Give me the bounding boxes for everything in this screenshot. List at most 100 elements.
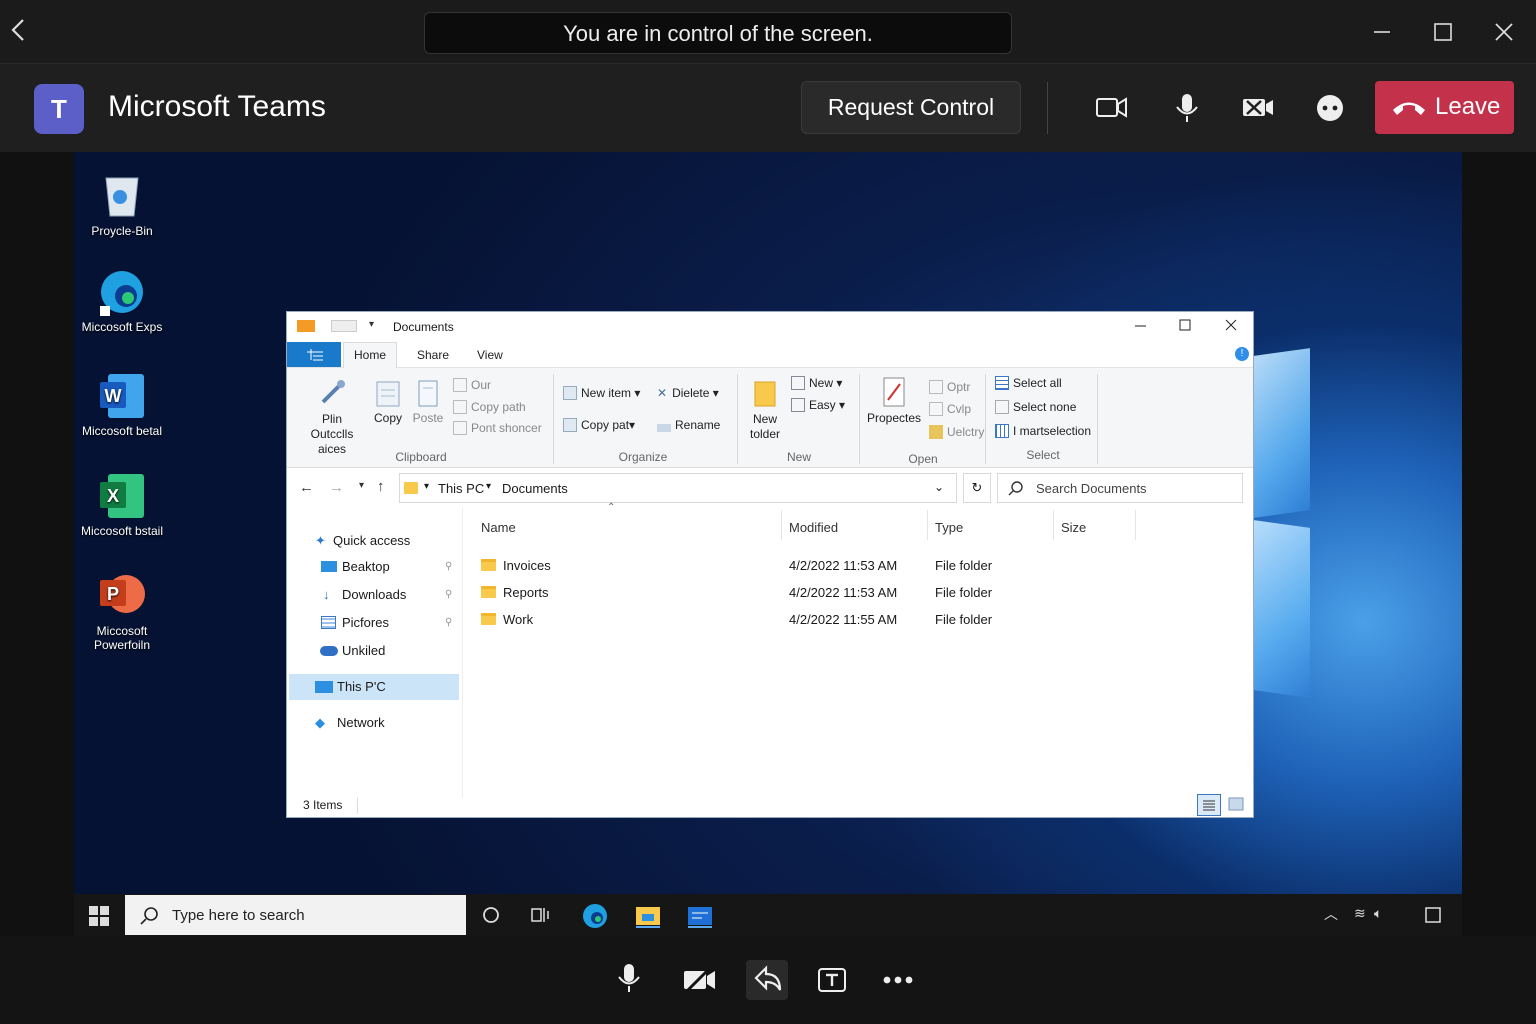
teams-remote-taskbar-icon[interactable] [686, 903, 714, 934]
tab-share[interactable]: Share [417, 348, 449, 362]
open-button[interactable]: Optr [929, 380, 970, 394]
table-row[interactable]: Reports 4/2/2022 11:53 AM File folder [473, 581, 1113, 605]
column-header-name[interactable]: Name [481, 520, 516, 535]
video-off-icon[interactable] [1238, 90, 1278, 126]
breadcrumb-chevron-icon[interactable]: ▾ [486, 481, 491, 492]
details-view-icon[interactable] [1197, 794, 1221, 816]
copy-path-button[interactable]: Copy path [453, 400, 526, 414]
cortana-icon[interactable] [482, 906, 500, 929]
nav-item-this-pc[interactable]: This P'C [289, 674, 459, 700]
search-input[interactable]: Search Documents [997, 473, 1243, 503]
forward-arrow-icon[interactable]: → [329, 479, 344, 496]
refresh-icon[interactable]: ↻ [963, 473, 991, 503]
volume-icon[interactable]: 🔈︎ [1374, 905, 1382, 922]
request-control-button[interactable]: Request Control [801, 81, 1021, 134]
desktop-icon-recycle-bin[interactable]: Proycle-Bin [74, 172, 170, 238]
paste-shortcut-button[interactable]: Pont shoncer [453, 421, 542, 435]
address-dropdown-icon[interactable]: ⌄ [934, 480, 944, 494]
tab-home[interactable]: Home [343, 342, 397, 368]
nav-item-network[interactable]: ◆ Network [287, 710, 461, 736]
column-header-modified[interactable]: Modified [789, 520, 838, 535]
notification-center-icon[interactable] [1424, 906, 1442, 929]
tab-file[interactable] [287, 342, 341, 367]
table-row[interactable]: Work 4/2/2022 11:55 AM File folder [473, 608, 1113, 632]
minimize-icon[interactable] [1133, 316, 1149, 335]
paste-button[interactable]: Poste [411, 378, 445, 425]
history-label: Uelctry [947, 425, 985, 439]
up-arrow-icon[interactable]: ↑ [377, 478, 385, 495]
minimize-icon[interactable] [1362, 16, 1402, 48]
easy-access-button[interactable]: Easy ▾ [791, 398, 845, 412]
tab-view[interactable]: View [477, 348, 503, 362]
select-all-icon [995, 376, 1009, 390]
shared-screen[interactable]: Proycle-Bin Miccosoft Exps W Miccosoft b… [74, 152, 1462, 936]
history-button[interactable]: Uelctry [929, 425, 984, 439]
taskbar-search-input[interactable]: Type here to search [125, 895, 466, 935]
nav-item-pictures[interactable]: Picfores ⚲ [287, 610, 461, 636]
tray-chevron-up-icon[interactable]: ︿ [1324, 904, 1338, 924]
file-explorer-taskbar-icon[interactable] [634, 903, 662, 934]
table-row[interactable]: Invoices 4/2/2022 11:53 AM File folder [473, 554, 1113, 578]
maximize-icon[interactable] [1177, 316, 1193, 335]
edge-taskbar-icon[interactable] [581, 902, 609, 935]
column-header-type[interactable]: Type [935, 520, 963, 535]
column-header-size[interactable]: Size [1061, 520, 1086, 535]
more-options-icon[interactable] [878, 960, 920, 1000]
copy-path-icon [453, 400, 467, 414]
microphone-icon[interactable] [1167, 90, 1207, 126]
address-bar[interactable]: ▾ This PC ▾ Documents ⌄ [399, 473, 957, 503]
recent-dropdown-icon[interactable]: ▾ [359, 480, 364, 491]
back-arrow-icon[interactable]: ← [299, 479, 314, 496]
nav-item-downloads[interactable]: ↓ Downloads ⚲ [287, 582, 461, 608]
app-title: Microsoft Teams [108, 90, 326, 123]
windows-start-icon[interactable] [89, 906, 109, 931]
pin-icon[interactable]: ⚲ [445, 610, 452, 636]
new-button[interactable]: New ▾ [791, 376, 842, 390]
edit-button[interactable]: Cvlp [929, 402, 971, 416]
wifi-icon[interactable]: ≋ [1354, 905, 1366, 922]
camera-icon[interactable] [1092, 90, 1132, 126]
video-off-icon[interactable] [678, 960, 720, 1000]
back-chevron-icon[interactable] [6, 16, 30, 48]
rename-button[interactable]: Rename [657, 418, 720, 432]
desktop-icon-word[interactable]: W Miccosoft betal [74, 372, 170, 438]
select-none-button[interactable]: Select none [995, 400, 1076, 414]
select-none-icon [995, 400, 1009, 414]
help-icon[interactable]: ! [1235, 347, 1249, 361]
copy-button[interactable]: Copy [371, 378, 405, 425]
pin-icon[interactable]: ⚲ [445, 554, 452, 580]
desktop-icon-edge[interactable]: Miccosoft Exps [74, 268, 170, 334]
folder-icon [481, 581, 504, 605]
nav-item-desktop[interactable]: Beaktop ⚲ [287, 554, 461, 580]
new-item-button[interactable]: New item ▾ [563, 386, 640, 400]
nav-item-onedrive[interactable]: Unkiled [287, 638, 461, 664]
desktop-icon-powerpoint[interactable]: P Miccosoft Powerfoiln [74, 572, 170, 652]
cut-button[interactable]: Our [453, 378, 491, 392]
quick-access-toolbar-icon[interactable] [331, 320, 357, 332]
breadcrumb-documents[interactable]: Documents [502, 481, 568, 496]
toolbar-dropdown-icon[interactable]: ▾ [369, 319, 374, 330]
text-input-icon[interactable] [812, 960, 854, 1000]
nav-item-quick-access[interactable]: ✦ Quick access [287, 528, 461, 554]
file-explorer-window[interactable]: ▾ Documents Home Share View ! Plin Outcc… [286, 311, 1254, 818]
task-view-icon[interactable] [531, 906, 551, 929]
more-options-icon[interactable] [1310, 90, 1350, 126]
leave-button[interactable]: Leave [1375, 81, 1514, 134]
invert-selection-button[interactable]: I martselection [995, 424, 1091, 438]
desktop-icon-excel[interactable]: X Miccosoft bstail [74, 472, 170, 538]
pin-quick-access-button[interactable]: Plin Outcclls aices [299, 378, 365, 457]
delete-button[interactable]: ✕ Dielete ▾ [657, 386, 719, 400]
close-icon[interactable] [1484, 16, 1524, 48]
maximize-icon[interactable] [1423, 16, 1463, 48]
share-back-icon[interactable] [746, 960, 788, 1000]
properties-button[interactable]: Propectes [867, 376, 921, 425]
pin-icon[interactable]: ⚲ [445, 582, 452, 608]
copy-to-button[interactable]: Copy pat▾ [563, 418, 635, 432]
select-all-button[interactable]: Select all [995, 376, 1062, 390]
large-icons-view-icon[interactable] [1225, 794, 1249, 816]
breadcrumb-this-pc[interactable]: This PC [438, 481, 484, 496]
new-folder-button[interactable]: New tolder [745, 378, 785, 442]
microphone-icon[interactable] [608, 960, 650, 1000]
close-icon[interactable] [1223, 316, 1239, 335]
windows-logo-pane [1254, 348, 1310, 518]
